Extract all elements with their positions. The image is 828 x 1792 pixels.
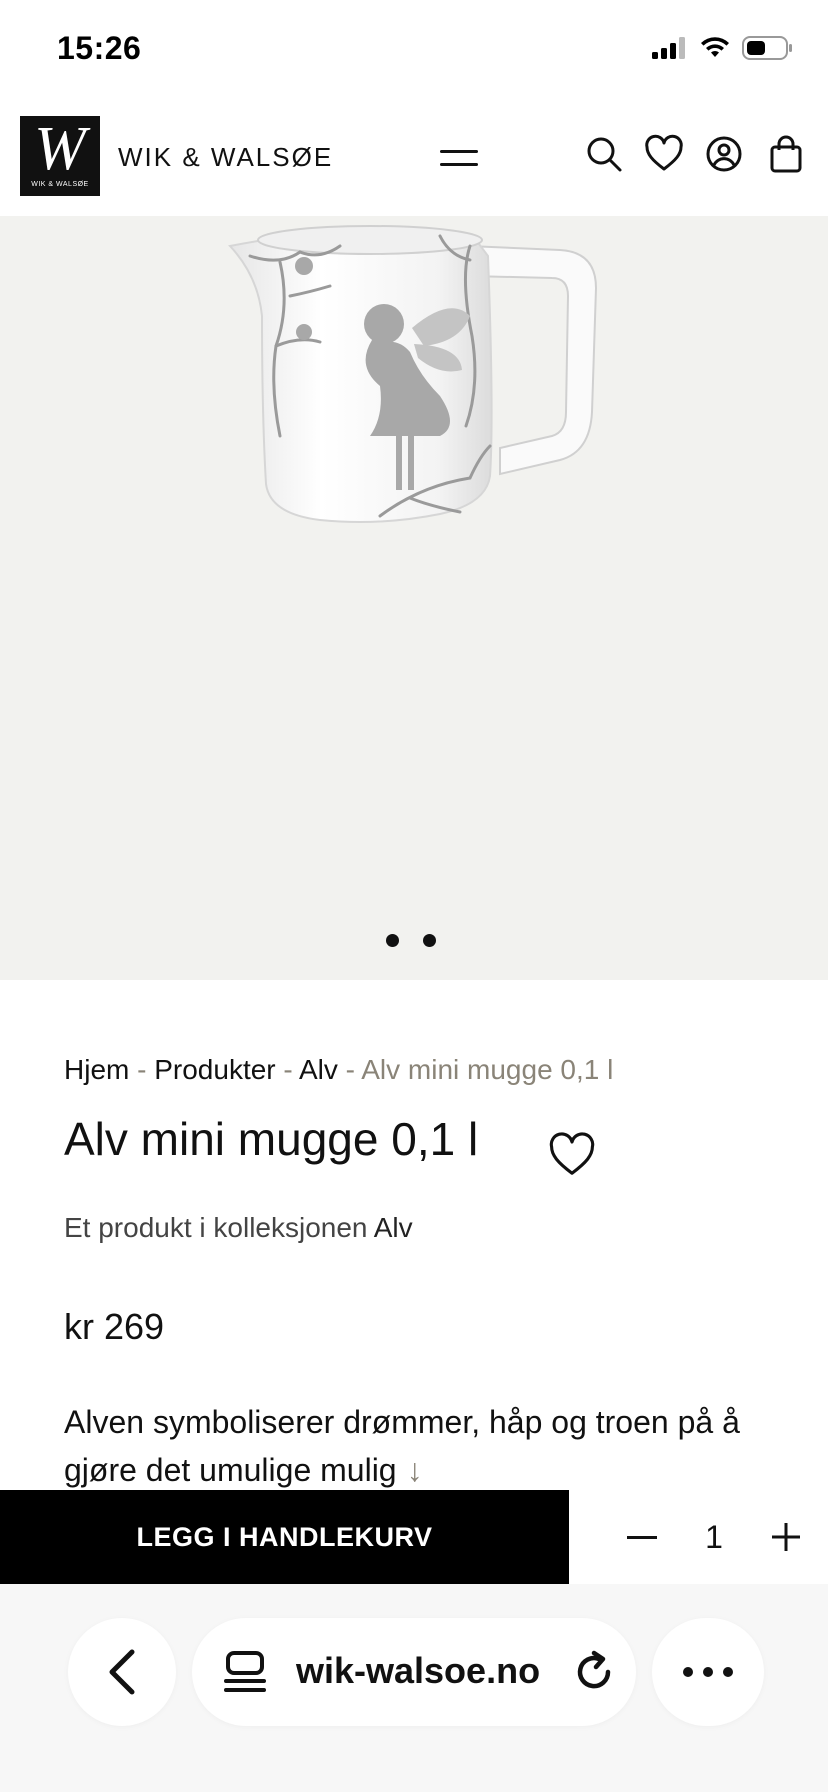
menu-button[interactable] xyxy=(440,138,480,178)
status-icons xyxy=(652,36,794,60)
wifi-icon xyxy=(701,37,729,57)
description-text: Alven symboliserer drømmer, håp og troen… xyxy=(64,1404,740,1488)
add-to-wishlist-heart-icon[interactable] xyxy=(548,1130,596,1178)
more-dot xyxy=(703,1667,713,1677)
gallery-dot-2[interactable] xyxy=(423,934,436,947)
breadcrumb-separator: - xyxy=(283,1054,299,1085)
status-bar: 15:26 xyxy=(0,0,828,100)
gallery-dot-1[interactable] xyxy=(386,934,399,947)
more-dot xyxy=(683,1667,693,1677)
add-to-cart-button[interactable]: LEGG I HANDLEKURV xyxy=(0,1490,569,1584)
brand-logo[interactable]: W WIK & WALSØE xyxy=(20,116,100,196)
collection-line: Et produkt i kolleksjonen Alv xyxy=(64,1212,413,1244)
collection-prefix: Et produkt i kolleksjonen xyxy=(64,1212,374,1243)
status-time: 15:26 xyxy=(57,30,142,66)
product-description: Alven symboliserer drømmer, håp og troen… xyxy=(64,1398,784,1494)
quantity-decrease-button[interactable] xyxy=(622,1512,662,1562)
reload-icon[interactable] xyxy=(572,1650,616,1694)
breadcrumb-current: Alv mini mugge 0,1 l xyxy=(361,1054,614,1085)
breadcrumb-separator: - xyxy=(137,1054,155,1085)
gallery-pagination xyxy=(386,934,436,947)
browser-back-button[interactable] xyxy=(68,1618,176,1726)
shopping-bag-icon[interactable] xyxy=(766,134,806,174)
menu-line xyxy=(440,163,478,166)
collection-link[interactable]: Alv xyxy=(374,1212,413,1243)
logo-letter: W xyxy=(34,114,86,183)
account-icon[interactable] xyxy=(704,134,744,174)
menu-line xyxy=(440,150,478,153)
breadcrumb-home[interactable]: Hjem xyxy=(64,1054,129,1085)
logo-small-text: WIK & WALSØE xyxy=(31,180,89,188)
browser-toolbar: wik-walsoe.no xyxy=(0,1584,828,1792)
search-icon[interactable] xyxy=(584,134,624,174)
cellular-signal-icon xyxy=(652,37,685,59)
battery-icon xyxy=(742,36,792,60)
plus-icon xyxy=(772,1523,800,1551)
breadcrumb-separator: - xyxy=(345,1054,362,1085)
brand-name[interactable]: WIK & WALSØE xyxy=(118,142,333,173)
product-price: kr 269 xyxy=(64,1306,165,1347)
product-image-gallery[interactable] xyxy=(0,216,828,980)
product-title: Alv mini mugge 0,1 l xyxy=(64,1113,479,1165)
product-image-pitcher xyxy=(228,225,598,523)
add-to-cart-bar: LEGG I HANDLEKURV 1 xyxy=(0,1490,828,1584)
breadcrumb-products[interactable]: Produkter xyxy=(154,1054,275,1085)
quantity-value: 1 xyxy=(705,1518,723,1555)
wishlist-heart-icon[interactable] xyxy=(644,134,684,174)
browser-address-bar[interactable]: wik-walsoe.no xyxy=(192,1618,636,1726)
minus-icon xyxy=(627,1535,657,1539)
chevron-left-icon xyxy=(109,1649,135,1695)
site-header: W WIK & WALSØE WIK & WALSØE xyxy=(0,100,828,216)
read-more-arrow-icon[interactable]: ↓ xyxy=(407,1452,423,1488)
quantity-increase-button[interactable] xyxy=(766,1512,806,1562)
browser-more-button[interactable] xyxy=(652,1618,764,1726)
browser-url-text: wik-walsoe.no xyxy=(296,1650,541,1691)
breadcrumb: Hjem - Produkter - Alv - Alv mini mugge … xyxy=(64,1054,613,1086)
tab-overview-icon xyxy=(224,1651,266,1692)
breadcrumb-collection[interactable]: Alv xyxy=(299,1054,338,1085)
more-dot xyxy=(723,1667,733,1677)
